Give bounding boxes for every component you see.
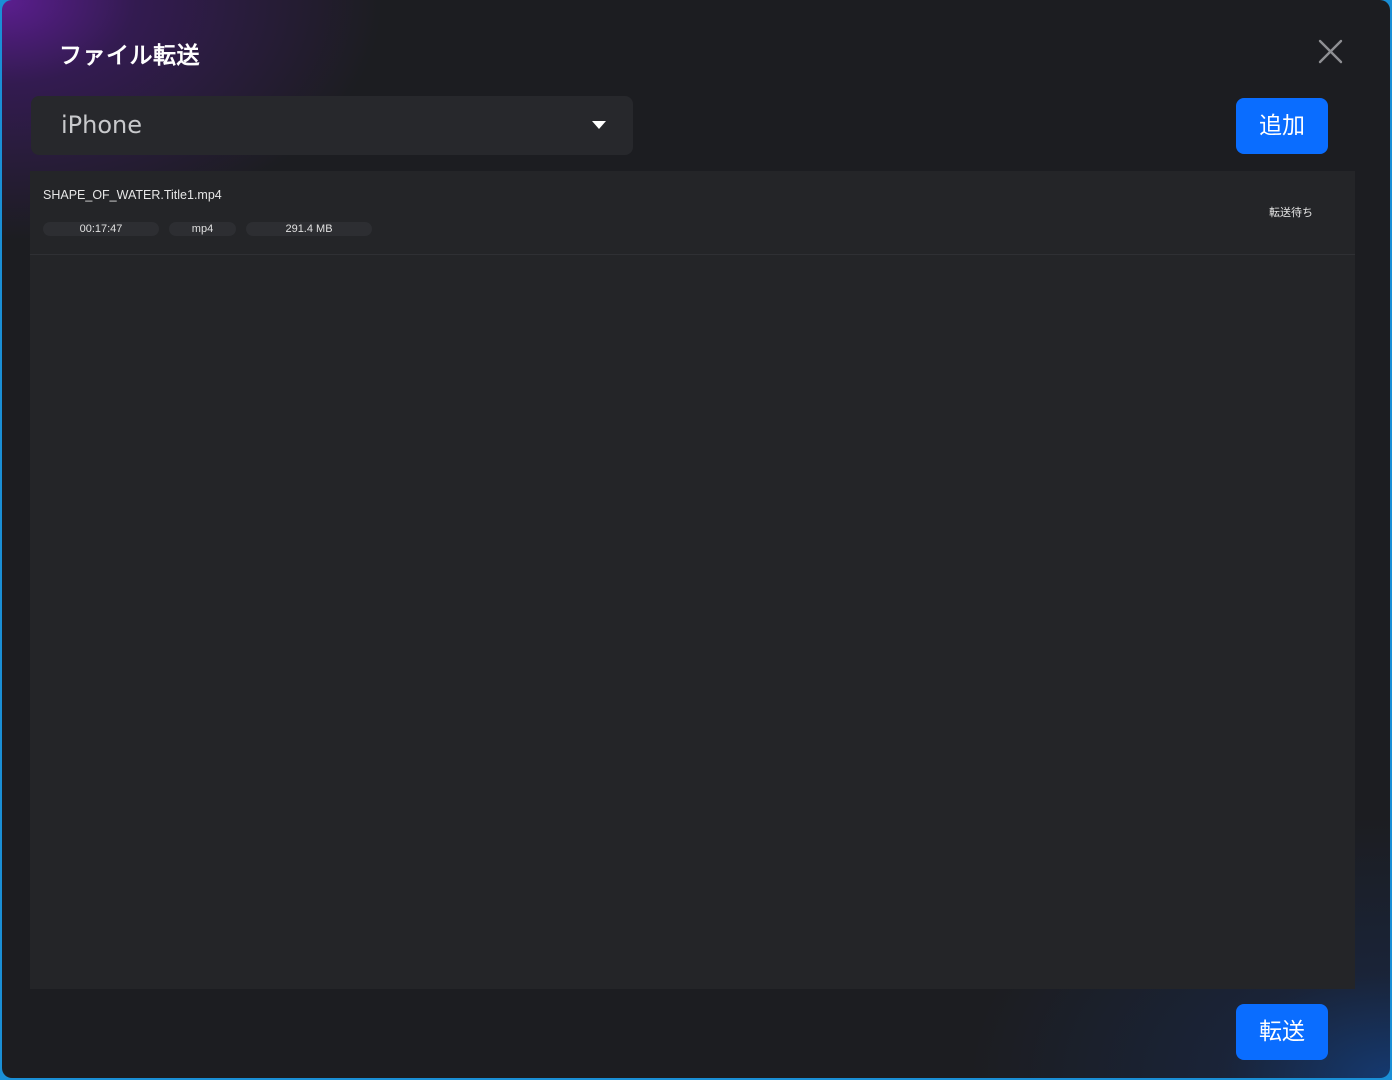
dialog-title: ファイル転送 bbox=[59, 43, 200, 69]
caret-down-icon bbox=[592, 121, 606, 129]
file-name: SHAPE_OF_WATER.Title1.mp4 bbox=[43, 188, 222, 202]
device-select-value: iPhone bbox=[61, 111, 143, 139]
device-select[interactable]: iPhone bbox=[31, 96, 633, 155]
close-button[interactable] bbox=[1312, 34, 1346, 68]
transfer-button[interactable]: 転送 bbox=[1236, 1004, 1328, 1060]
add-button[interactable]: 追加 bbox=[1236, 98, 1328, 154]
file-duration: 00:17:47 bbox=[43, 222, 159, 236]
file-list: SHAPE_OF_WATER.Title1.mp4 00:17:47 mp4 2… bbox=[30, 171, 1355, 989]
list-item[interactable]: SHAPE_OF_WATER.Title1.mp4 00:17:47 mp4 2… bbox=[30, 171, 1355, 255]
file-format: mp4 bbox=[169, 222, 236, 236]
file-transfer-dialog: ファイル転送 iPhone 追加 SHAPE_OF_WATER.Title1.m… bbox=[2, 0, 1390, 1078]
status-badge: 転送待ち bbox=[1269, 206, 1313, 219]
close-icon bbox=[1318, 39, 1343, 64]
file-size: 291.4 MB bbox=[246, 222, 372, 236]
